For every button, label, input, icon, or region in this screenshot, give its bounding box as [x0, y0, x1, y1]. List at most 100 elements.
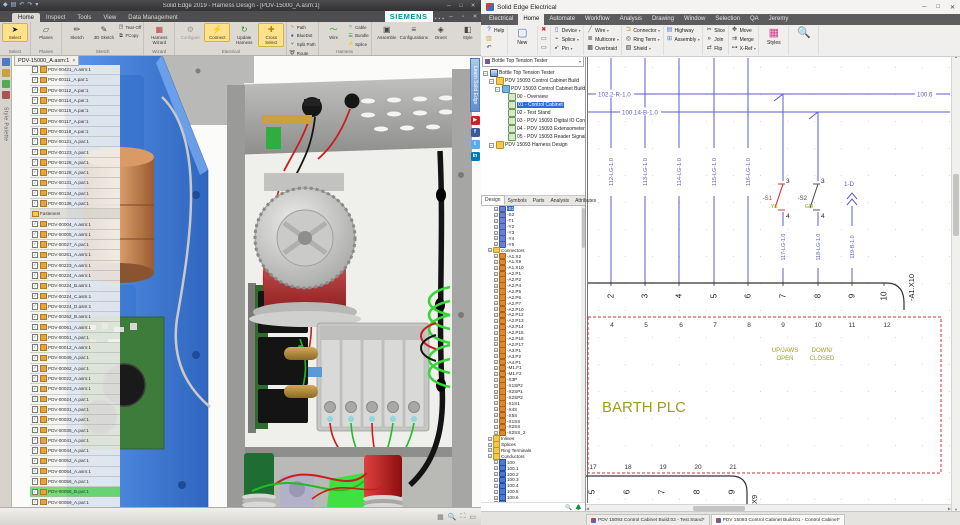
pathfinder-item-row[interactable]: ✓PDV-00421_A.asm:1 [30, 65, 120, 75]
pathfinder-item-row[interactable]: ✓PDV-00224_B.asm:1 [30, 281, 120, 291]
expander-icon[interactable]: − [489, 79, 494, 84]
expander-icon[interactable]: − [495, 87, 500, 92]
pathfinder-item-row[interactable]: ✓PDV-00262_B.asm:1 [30, 312, 120, 322]
pathfinder-item-row[interactable]: ✓PDV-00128_A.par:1 [30, 168, 120, 178]
expander-icon[interactable]: + [494, 289, 498, 293]
configurations-button[interactable]: ≡Configurations [401, 23, 427, 42]
checkbox[interactable]: ✓ [32, 118, 39, 125]
wire-button[interactable]: 〜Wire [321, 23, 347, 42]
expander-icon[interactable]: + [494, 407, 498, 411]
plc-boundary[interactable] [588, 317, 941, 473]
panel-tab-parts[interactable]: Parts [530, 197, 548, 205]
scrollbar-thumb[interactable] [582, 208, 585, 248]
maximize-icon[interactable]: □ [936, 4, 940, 11]
del-button[interactable]: ✖ [540, 26, 547, 35]
pathfinder-item-row[interactable]: ✓PDV-00114_A.par:1 [30, 96, 120, 106]
pathfinder-item-row[interactable]: ✓PDV-00115_A.par:1 [30, 106, 120, 116]
pathfinder-item-row[interactable]: ✓PDV-00118_A.par:1 [30, 127, 120, 137]
checkbox[interactable]: ✓ [32, 416, 39, 423]
checkbox[interactable]: ✓ [32, 468, 39, 475]
pathfinder-item-row[interactable]: ✓PDV-00224_D.asm:1 [30, 302, 120, 312]
pathfinder-icon[interactable] [2, 58, 10, 66]
undo-icon[interactable]: ↶ [19, 0, 24, 11]
assemble-button[interactable]: ▣Assemble [374, 23, 400, 42]
expander-icon[interactable]: + [494, 236, 498, 240]
checkbox[interactable]: ✓ [32, 180, 39, 187]
checkbox[interactable]: ✓ [32, 190, 39, 197]
checkbox[interactable]: ✓ [32, 478, 39, 485]
move-button[interactable]: ✥Move [731, 26, 756, 35]
expander-icon[interactable]: + [488, 437, 492, 441]
splice-button[interactable]: ⚡Splice [348, 40, 369, 49]
splice-button[interactable]: ⌁Splice▾ [553, 35, 580, 44]
expander-icon[interactable]: + [494, 225, 498, 229]
checkbox[interactable]: ✓ [32, 283, 39, 290]
menu-tab-qa[interactable]: QA [745, 14, 764, 25]
expander-icon[interactable]: + [494, 413, 498, 417]
join-button[interactable]: »Join [706, 35, 725, 44]
menu-tab-home[interactable]: Home [518, 14, 544, 25]
pathfinder-item-row[interactable]: ✓PDV-00111_A.par:1 [30, 75, 120, 85]
scrollbar-thumb[interactable] [953, 174, 959, 236]
sketch-button[interactable]: ✏Sketch [64, 23, 90, 42]
style-button[interactable]: ◧Style [455, 23, 481, 42]
multicore-button[interactable]: ≣Multicore▾ [587, 35, 619, 44]
pathfinder-item-row[interactable]: ✓PDV-00052_A.par:1 [30, 456, 120, 466]
open-button[interactable]: ▥ [486, 35, 505, 44]
img-button[interactable]: ▭ [540, 44, 547, 53]
update-harness-button[interactable]: ↻Update Harness [231, 23, 257, 47]
menu-tab-selection[interactable]: Selection [710, 14, 745, 25]
pathfinder-item-row[interactable]: ✓PDV-00024_A.par:1 [30, 395, 120, 405]
pathfinder-item-row[interactable]: ✓PDV-00012_A.asm:1 [30, 343, 120, 353]
project-tree-item[interactable]: 03 - PDV 15093 Digital IO Connections [481, 117, 585, 125]
checkbox[interactable]: ✓ [32, 386, 39, 393]
checkbox[interactable]: ✓ [32, 149, 39, 156]
harness-wizard-button[interactable]: ▦Harness Wizard [146, 23, 172, 47]
pathfinder-item-row[interactable]: ✓PDV-00044_A.par:1 [30, 446, 120, 456]
expander-icon[interactable]: + [494, 496, 498, 500]
ribbon-tab-home[interactable]: Home [12, 13, 40, 22]
close-icon[interactable]: ✕ [468, 1, 478, 11]
overbraid-button[interactable]: ▩Overbraid [587, 44, 619, 53]
minimize-icon[interactable]: ─ [444, 1, 454, 11]
expander-icon[interactable]: + [494, 366, 498, 370]
close-icon[interactable]: × [72, 58, 75, 64]
expander-icon[interactable]: + [494, 348, 498, 352]
expander-icon[interactable]: + [494, 354, 498, 358]
pathfinder-item-row[interactable]: ✓PDV-00224_A.asm:1 [30, 271, 120, 281]
flip-button[interactable]: ⇄Flip [706, 44, 725, 53]
checkbox[interactable]: ✓ [32, 231, 39, 238]
window-icon[interactable]: ▭ [469, 513, 476, 521]
pathfinder-item-row[interactable]: ✓PDV-00023_A.asm:1 [30, 384, 120, 394]
pathfinder-item-row[interactable]: ✓PDV-00056_A.par:1 [30, 477, 120, 487]
close-icon[interactable]: ✕ [950, 4, 955, 11]
device-button[interactable]: ▯Device▾ [553, 26, 580, 35]
checkbox[interactable]: ✓ [32, 396, 39, 403]
expander-icon[interactable]: + [494, 484, 498, 488]
ribbon-tab-data-management[interactable]: Data Management [122, 13, 183, 22]
maximize-icon[interactable]: □ [456, 1, 466, 11]
pathfinder-item-row[interactable]: ✓PDV-00121_A.par:1 [30, 137, 120, 147]
checkbox[interactable]: ✓ [32, 138, 39, 145]
expander-icon[interactable]: + [494, 360, 498, 364]
orient-button[interactable]: ◈Orient [428, 23, 454, 42]
checkbox[interactable]: ✓ [32, 406, 39, 413]
checkbox[interactable]: ✓ [32, 159, 39, 166]
search-icon[interactable]: 🔍 [565, 505, 572, 511]
project-tree-item[interactable]: −Bottle Top Tension Tester [481, 69, 585, 77]
checkbox[interactable]: ✓ [32, 241, 39, 248]
expander-icon[interactable]: + [488, 454, 492, 458]
expander-icon[interactable]: + [494, 460, 498, 464]
layers-icon[interactable] [2, 80, 10, 88]
vertical-scrollbar[interactable]: ▲ ▼ [951, 54, 960, 512]
expander-icon[interactable]: + [494, 325, 498, 329]
tree-icon[interactable]: 🌲 [575, 505, 582, 511]
project-tree-item[interactable]: 04 - PDV 15093 Extensometer PCB to [481, 125, 585, 133]
expander-icon[interactable]: + [494, 331, 498, 335]
planes-button[interactable]: ▱Planes [33, 23, 59, 42]
expander-icon[interactable]: + [494, 272, 498, 276]
img-button[interactable]: ▭ [540, 35, 547, 44]
menu-tab-workflow[interactable]: Workflow [580, 14, 615, 25]
green-solenoid[interactable] [242, 453, 276, 508]
checkbox[interactable]: ✓ [32, 489, 39, 496]
